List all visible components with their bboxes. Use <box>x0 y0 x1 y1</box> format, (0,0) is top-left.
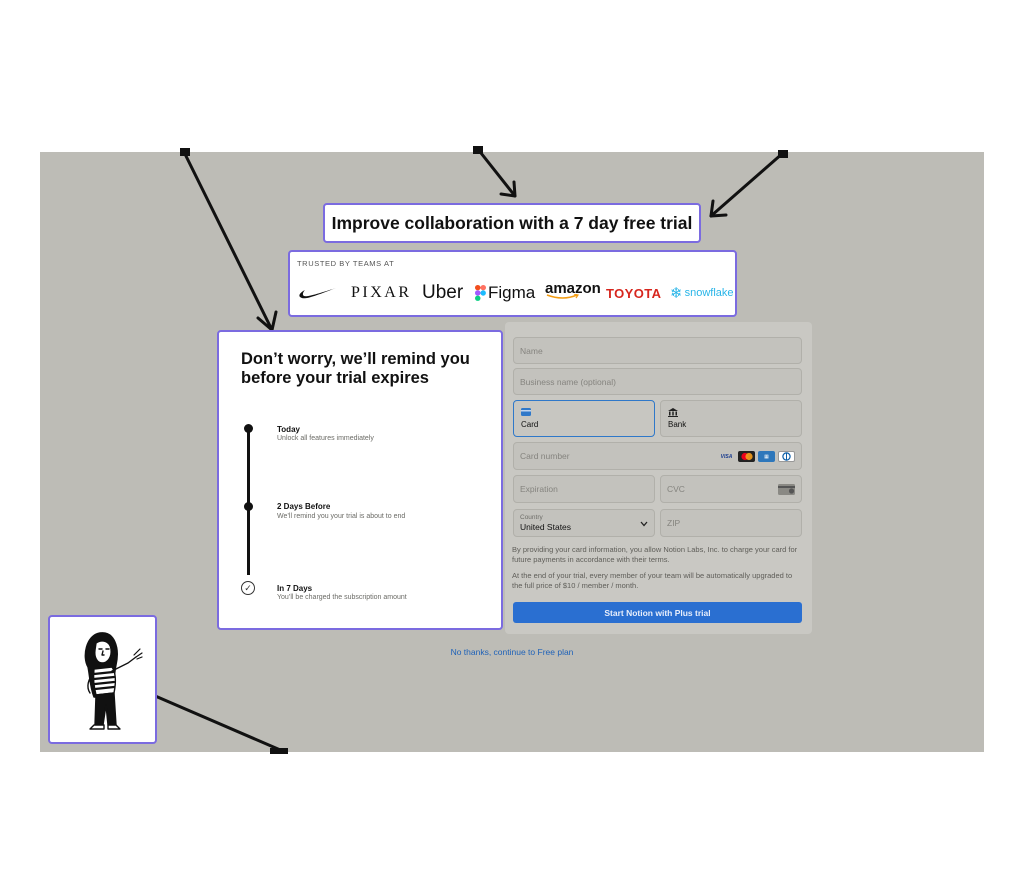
diners-icon <box>778 451 795 462</box>
trusted-logos-box: TRUSTED BY TEAMS AT PIXAR Uber Figma ama… <box>288 250 737 317</box>
name-input[interactable]: Name <box>513 337 802 364</box>
trusted-label: TRUSTED BY TEAMS AT <box>297 259 395 268</box>
pixar-logo: PIXAR <box>351 284 412 301</box>
card-number-input[interactable]: Card number VISA ▦ <box>513 442 802 470</box>
legal-text-authorization: By providing your card information, you … <box>512 545 798 564</box>
payment-tab-card[interactable]: Card <box>513 400 655 437</box>
expiration-input[interactable]: Expiration <box>513 475 655 503</box>
headline-box: Improve collaboration with a 7 day free … <box>323 203 701 243</box>
country-value: United States <box>520 522 572 532</box>
reminder-card: Don’t worry, we’ll remind you before you… <box>217 330 503 630</box>
figma-icon <box>475 285 486 301</box>
waving-person-illustration <box>84 632 143 730</box>
check-circle-icon: ✓ <box>241 581 255 595</box>
figma-logo: Figma <box>475 282 535 304</box>
amex-icon: ▦ <box>758 451 775 462</box>
timeline-dot <box>244 502 253 511</box>
visa-icon: VISA <box>718 451 735 462</box>
snowflake-logo: ❄ snowflake <box>670 285 734 302</box>
arrow-to-reminder-card <box>182 150 274 332</box>
step-today-desc: Unlock all features immediately <box>277 435 374 442</box>
chevron-down-icon <box>640 519 648 529</box>
card-brand-icons: VISA ▦ <box>718 451 795 462</box>
reminder-title: Don’t worry, we’ll remind you before you… <box>241 350 470 387</box>
business-name-input[interactable]: Business name (optional) <box>513 368 802 395</box>
timeline-dot <box>244 424 253 433</box>
step-2days-title: 2 Days Before <box>277 502 331 511</box>
continue-free-plan-link[interactable]: No thanks, continue to Free plan <box>400 647 624 657</box>
timeline-line <box>247 429 250 503</box>
arrow-to-headline-right <box>709 151 785 218</box>
amazon-logo: amazon <box>545 280 601 299</box>
legal-text-upgrade: At the end of your trial, every member o… <box>512 571 793 590</box>
payment-tab-card-label: Card <box>521 420 539 429</box>
annotation-arrows <box>137 146 788 754</box>
cvc-input[interactable]: CVC <box>660 475 802 503</box>
nike-swoosh-icon <box>298 282 338 304</box>
uber-logo: Uber <box>422 282 464 303</box>
payment-tab-bank[interactable]: Bank <box>660 400 802 437</box>
timeline-line <box>247 507 250 575</box>
step-7days-title: In 7 Days <box>277 584 313 593</box>
step-7days-desc: You’ll be charged the subscription amoun… <box>277 594 407 601</box>
mastercard-icon <box>738 451 755 462</box>
country-select[interactable]: Country United States <box>513 509 655 537</box>
arrow-to-illustration <box>137 687 287 754</box>
credit-card-icon <box>521 408 531 418</box>
zip-input[interactable]: ZIP <box>660 509 802 537</box>
illustration-box <box>48 615 157 744</box>
bank-icon <box>668 408 678 419</box>
page-headline: Improve collaboration with a 7 day free … <box>331 212 693 233</box>
payment-tab-bank-label: Bank <box>668 420 687 429</box>
start-trial-button[interactable]: Start Notion with Plus trial <box>513 602 802 623</box>
step-today-title: Today <box>277 425 300 434</box>
arrow-to-headline <box>475 146 517 198</box>
country-label: Country <box>520 514 543 521</box>
snowflake-icon: ❄ <box>670 285 683 302</box>
toyota-logo: TOYOTA <box>606 285 662 301</box>
cvc-card-icon <box>778 484 795 497</box>
step-2days-desc: We’ll remind you your trial is about to … <box>277 513 406 520</box>
